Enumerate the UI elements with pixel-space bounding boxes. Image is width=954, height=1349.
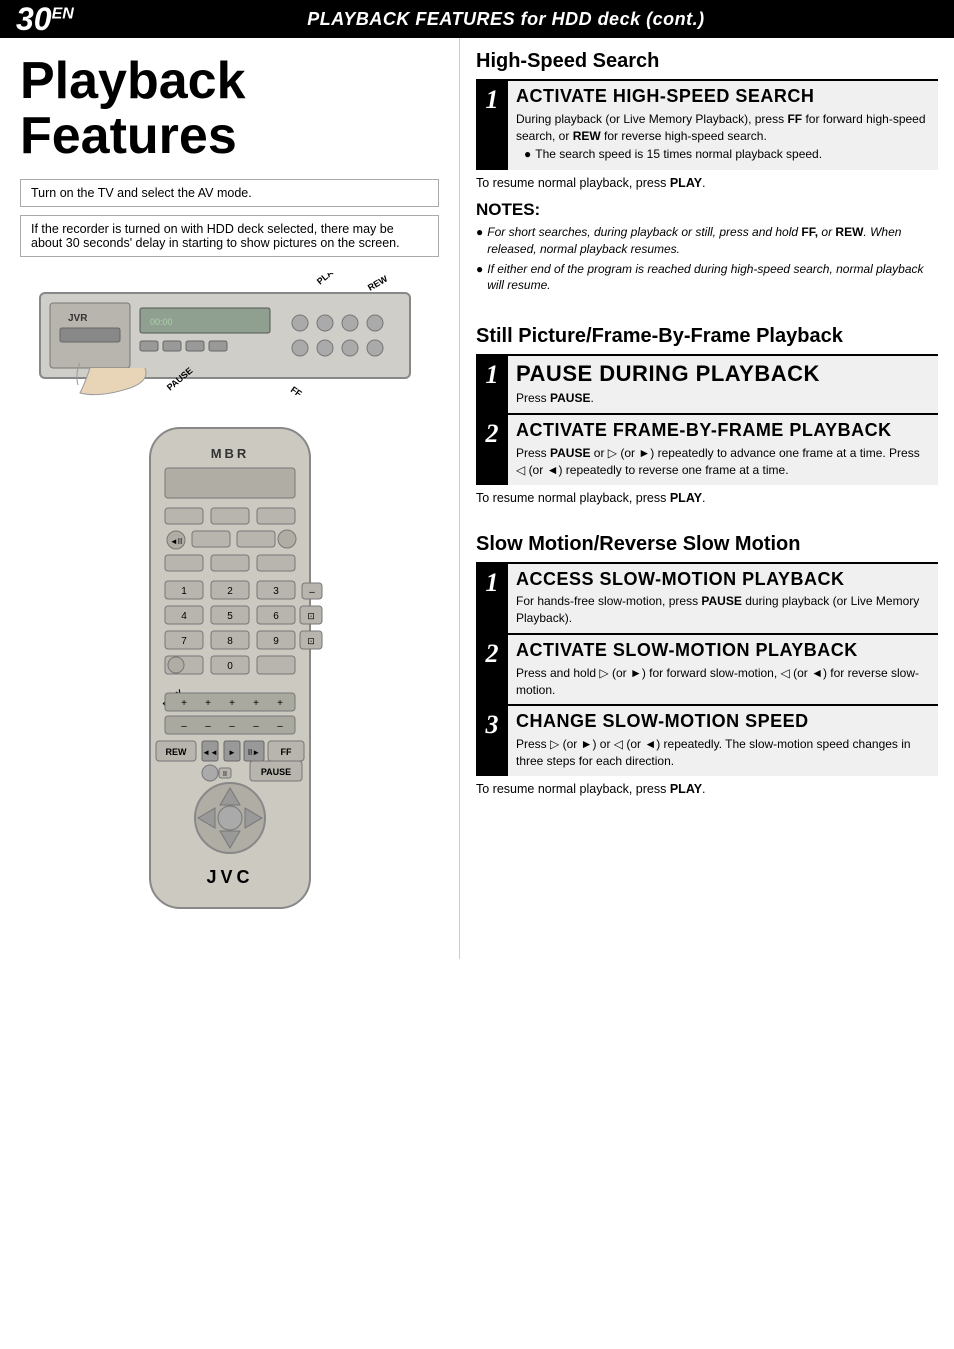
slow-motion-section: Slow Motion/Reverse Slow Motion 1 ACCESS… [476, 533, 938, 796]
svg-text:9: 9 [273, 636, 279, 647]
svg-text:◄◄: ◄◄ [202, 748, 218, 757]
page-number: 30EN [16, 3, 74, 35]
slow-step3-desc: Press ▷ (or ►) or ◁ (or ◄) repeatedly. T… [516, 736, 930, 770]
slow-step1-desc: For hands-free slow-motion, press PAUSE … [516, 593, 930, 627]
still-step1: 1 PAUSE DURING PLAYBACK Press PAUSE. [476, 354, 938, 413]
slow-step2-title: ACTIVATE SLOW-MOTION PLAYBACK [516, 641, 930, 661]
header-title: PLAYBACK FEATURES for HDD deck (cont.) [74, 9, 938, 30]
slow-step2-content: ACTIVATE SLOW-MOTION PLAYBACK Press and … [508, 635, 938, 704]
svg-text:+: + [205, 698, 211, 709]
svg-text:–: – [229, 721, 235, 732]
slow-step3-title: CHANGE SLOW-MOTION SPEED [516, 712, 930, 732]
still-picture-heading: Still Picture/Frame-By-Frame Playback [476, 325, 938, 348]
svg-text:+: + [181, 698, 187, 709]
right-column: High-Speed Search 1 ACTIVATE HIGH-SPEED … [460, 38, 954, 959]
svg-text:FF: FF [288, 385, 303, 400]
svg-text:PLAY: PLAY [314, 273, 338, 287]
high-speed-step1: 1 ACTIVATE HIGH-SPEED SEARCH During play… [476, 79, 938, 170]
svg-text:–: – [309, 587, 315, 598]
svg-text:JVC: JVC [206, 867, 253, 887]
step1-content: ACTIVATE HIGH-SPEED SEARCH During playba… [508, 81, 938, 170]
svg-text:JVR: JVR [68, 313, 88, 324]
slow-step1: 1 ACCESS SLOW-MOTION PLAYBACK For hands-… [476, 562, 938, 633]
svg-text:+: + [277, 698, 283, 709]
slow-step3-content: CHANGE SLOW-MOTION SPEED Press ▷ (or ►) … [508, 706, 938, 775]
still-step2-title: ACTIVATE FRAME-BY-FRAME PLAYBACK [516, 421, 930, 441]
svg-text:–: – [277, 721, 283, 732]
note-item-2: ●If either end of the program is reached… [476, 261, 938, 293]
step1-bullet: ●The search speed is 15 times normal pla… [524, 147, 930, 161]
svg-text:3: 3 [273, 586, 279, 597]
svg-text:8: 8 [227, 636, 233, 647]
step1-title: ACTIVATE HIGH-SPEED SEARCH [516, 87, 930, 107]
still-step1-content: PAUSE DURING PLAYBACK Press PAUSE. [508, 356, 938, 413]
svg-text:II►: II► [247, 748, 259, 757]
svg-text:►: ► [228, 748, 236, 757]
step1-number: 1 [476, 81, 508, 170]
svg-text:4: 4 [181, 611, 187, 622]
svg-text:1: 1 [181, 586, 187, 597]
high-speed-resume: To resume normal playback, press PLAY. [476, 176, 938, 190]
svg-text:PAUSE: PAUSE [260, 767, 290, 777]
still-step2-content: ACTIVATE FRAME-BY-FRAME PLAYBACK Press P… [508, 415, 938, 484]
high-speed-search-section: High-Speed Search 1 ACTIVATE HIGH-SPEED … [476, 50, 938, 293]
svg-text:5: 5 [227, 611, 233, 622]
slow-step2-number: 2 [476, 635, 508, 704]
section-title: Playback Features [20, 54, 439, 163]
step1-desc: During playback (or Live Memory Playback… [516, 111, 930, 145]
note-item-1: ●For short searches, during playback or … [476, 224, 938, 256]
slow-step2-desc: Press and hold ▷ (or ►) for forward slow… [516, 665, 930, 699]
still-picture-section: Still Picture/Frame-By-Frame Playback 1 … [476, 325, 938, 504]
remote-control-image: MBR ◄II [120, 423, 340, 943]
svg-text:⊡: ⊡ [307, 636, 315, 646]
svg-text:2: 2 [227, 586, 233, 597]
still-step1-desc: Press PAUSE. [516, 390, 930, 407]
svg-text:–: – [253, 721, 259, 732]
slow-step1-number: 1 [476, 564, 508, 633]
still-step2: 2 ACTIVATE FRAME-BY-FRAME PLAYBACK Press… [476, 413, 938, 484]
high-speed-heading: High-Speed Search [476, 50, 938, 73]
slow-resume: To resume normal playback, press PLAY. [476, 782, 938, 796]
svg-text:6: 6 [273, 611, 279, 622]
svg-text:+: + [229, 698, 235, 709]
still-step2-desc: Press PAUSE or ▷ (or ►) repeatedly to ad… [516, 445, 930, 479]
slow-step3: 3 CHANGE SLOW-MOTION SPEED Press ▷ (or ►… [476, 704, 938, 775]
device-images: JVR 00:00 [20, 273, 439, 943]
svg-text:0: 0 [227, 661, 233, 672]
still-step2-number: 2 [476, 415, 508, 484]
main-content: Playback Features Turn on the TV and sel… [0, 38, 954, 959]
slow-step3-number: 3 [476, 706, 508, 775]
left-column: Playback Features Turn on the TV and sel… [0, 38, 460, 959]
notes-heading: NOTES: [476, 200, 938, 220]
svg-text:REW: REW [165, 747, 187, 757]
svg-text:7: 7 [181, 636, 187, 647]
still-resume: To resume normal playback, press PLAY. [476, 491, 938, 505]
slow-step1-title: ACCESS SLOW-MOTION PLAYBACK [516, 570, 930, 590]
svg-text:⊡: ⊡ [307, 611, 315, 621]
svg-text:FF: FF [280, 747, 291, 757]
still-step1-title: PAUSE DURING PLAYBACK [516, 362, 930, 386]
svg-text:MBR: MBR [210, 446, 249, 461]
svg-text:–: – [205, 721, 211, 732]
svg-text:+: + [253, 698, 259, 709]
svg-text:◄II: ◄II [169, 537, 181, 546]
info-box-2: If the recorder is turned on with HDD de… [20, 215, 439, 257]
svg-text:REW: REW [366, 274, 390, 293]
page-header: 30EN PLAYBACK FEATURES for HDD deck (con… [0, 0, 954, 38]
slow-step2: 2 ACTIVATE SLOW-MOTION PLAYBACK Press an… [476, 633, 938, 704]
svg-text:00:00: 00:00 [150, 317, 173, 327]
vcr-device-image: JVR 00:00 [30, 273, 430, 403]
slow-step1-content: ACCESS SLOW-MOTION PLAYBACK For hands-fr… [508, 564, 938, 633]
notes-list: ●For short searches, during playback or … [476, 224, 938, 293]
svg-text:II: II [223, 771, 227, 778]
still-step1-number: 1 [476, 356, 508, 413]
svg-text:–: – [181, 721, 187, 732]
info-box-1: Turn on the TV and select the AV mode. [20, 179, 439, 207]
slow-motion-heading: Slow Motion/Reverse Slow Motion [476, 533, 938, 556]
